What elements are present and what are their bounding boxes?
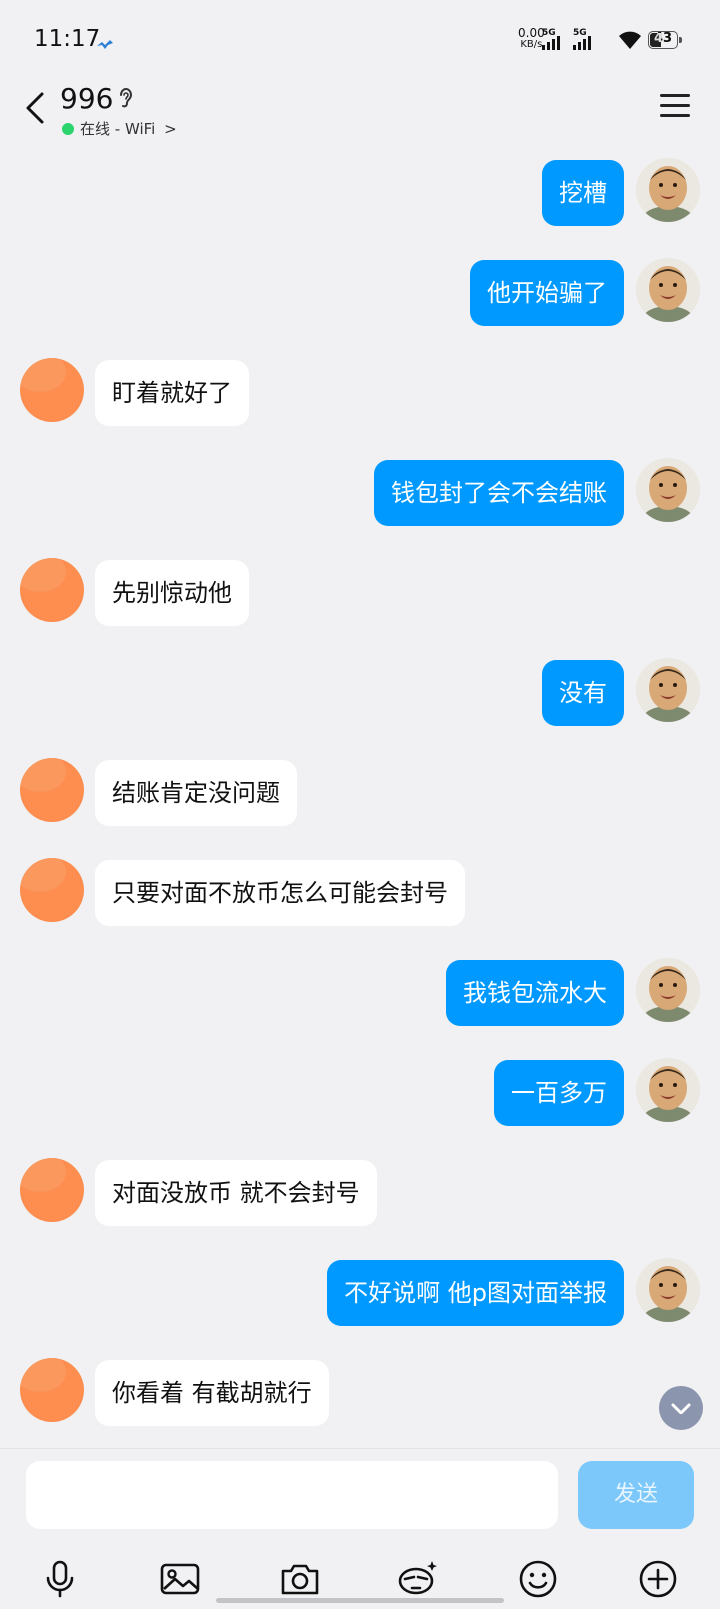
online-dot	[62, 123, 74, 135]
my-avatar[interactable]	[636, 158, 700, 222]
message-row: 先别惊动他	[0, 550, 720, 636]
camera-icon[interactable]	[278, 1557, 322, 1601]
chat-header: 996 在线 - WiFi >	[0, 80, 720, 150]
my-avatar[interactable]	[636, 658, 700, 722]
baby-face-icon	[636, 658, 700, 722]
message-bubble[interactable]: 对面没放币 就不会封号	[95, 1160, 377, 1226]
image-icon[interactable]	[158, 1557, 202, 1601]
status-time: 11:17	[34, 26, 101, 52]
contact-avatar[interactable]	[20, 1358, 84, 1422]
ai-assistant-icon[interactable]	[396, 1557, 440, 1601]
my-avatar[interactable]	[636, 958, 700, 1022]
menu-button[interactable]	[660, 92, 690, 120]
ear-icon	[118, 86, 134, 114]
message-row: 没有	[0, 650, 720, 736]
message-row: 他开始骗了	[0, 250, 720, 336]
message-row: 对面没放币 就不会封号	[0, 1150, 720, 1236]
baby-face-icon	[636, 958, 700, 1022]
contact-name[interactable]: 996	[60, 82, 113, 115]
message-bubble[interactable]: 先别惊动他	[95, 560, 249, 626]
send-button[interactable]: 发送	[578, 1461, 694, 1529]
my-avatar[interactable]	[636, 458, 700, 522]
contact-avatar[interactable]	[20, 758, 84, 822]
status-bar: 11:17 0.00 KB/s 5G 5G 43	[0, 0, 720, 80]
plus-icon[interactable]	[636, 1557, 680, 1601]
baby-face-icon	[636, 1258, 700, 1322]
message-row: 只要对面不放币怎么可能会封号	[0, 850, 720, 936]
chevron-left-icon	[26, 92, 44, 124]
my-avatar[interactable]	[636, 1258, 700, 1322]
network-speed-value: 0.00	[518, 26, 545, 40]
message-input[interactable]	[26, 1461, 558, 1529]
message-bubble[interactable]: 结账肯定没问题	[95, 760, 297, 826]
message-bubble[interactable]: 钱包封了会不会结账	[374, 460, 624, 526]
message-row: 一百多万	[0, 1050, 720, 1136]
baby-face-icon	[636, 1058, 700, 1122]
sim1-label: 5G	[542, 28, 556, 38]
my-avatar[interactable]	[636, 1058, 700, 1122]
baby-face-icon	[636, 458, 700, 522]
microphone-icon[interactable]	[38, 1557, 82, 1601]
message-row: 挖槽	[0, 150, 720, 236]
presence-status[interactable]: 在线 - WiFi >	[62, 118, 177, 139]
message-row: 钱包封了会不会结账	[0, 450, 720, 536]
composer: 发送	[0, 1448, 720, 1609]
my-avatar[interactable]	[636, 258, 700, 322]
message-bubble[interactable]: 只要对面不放币怎么可能会封号	[95, 860, 465, 926]
bird-notification-icon	[96, 36, 114, 55]
home-indicator[interactable]	[216, 1598, 504, 1603]
contact-avatar[interactable]	[20, 358, 84, 422]
message-row: 结账肯定没问题	[0, 750, 720, 836]
presence-text: 在线 - WiFi	[80, 120, 156, 138]
message-row: 不好说啊 他p图对面举报	[0, 1250, 720, 1336]
scroll-to-bottom-button[interactable]	[659, 1386, 703, 1430]
chevron-down-icon	[671, 1403, 691, 1415]
network-speed-unit: KB/s	[520, 39, 543, 50]
back-button[interactable]	[20, 88, 50, 128]
message-bubble[interactable]: 不好说啊 他p图对面举报	[327, 1260, 624, 1326]
wifi-icon	[618, 30, 642, 54]
message-bubble[interactable]: 你看着 有截胡就行	[95, 1360, 329, 1426]
message-list[interactable]: 挖槽 他开始骗了 盯着就好了 钱包封了会不会结账 先别惊动他 没有 结账肯定没问…	[0, 150, 720, 1450]
emoji-icon[interactable]	[516, 1557, 560, 1601]
message-bubble[interactable]: 挖槽	[542, 160, 624, 226]
presence-arrow: >	[164, 120, 177, 138]
sim2-label: 5G	[573, 28, 587, 38]
message-row: 我钱包流水大	[0, 950, 720, 1036]
battery-icon: 43	[648, 31, 682, 49]
message-bubble[interactable]: 盯着就好了	[95, 360, 249, 426]
network-speed: 0.00 KB/s	[518, 26, 545, 50]
message-bubble[interactable]: 他开始骗了	[470, 260, 624, 326]
baby-face-icon	[636, 158, 700, 222]
battery-level: 43	[653, 31, 673, 46]
message-bubble[interactable]: 我钱包流水大	[446, 960, 624, 1026]
baby-face-icon	[636, 258, 700, 322]
contact-avatar[interactable]	[20, 1158, 84, 1222]
message-bubble[interactable]: 一百多万	[494, 1060, 624, 1126]
message-row: 你看着 有截胡就行	[0, 1350, 720, 1436]
message-row: 盯着就好了	[0, 350, 720, 436]
contact-avatar[interactable]	[20, 858, 84, 922]
contact-avatar[interactable]	[20, 558, 84, 622]
message-bubble[interactable]: 没有	[542, 660, 624, 726]
